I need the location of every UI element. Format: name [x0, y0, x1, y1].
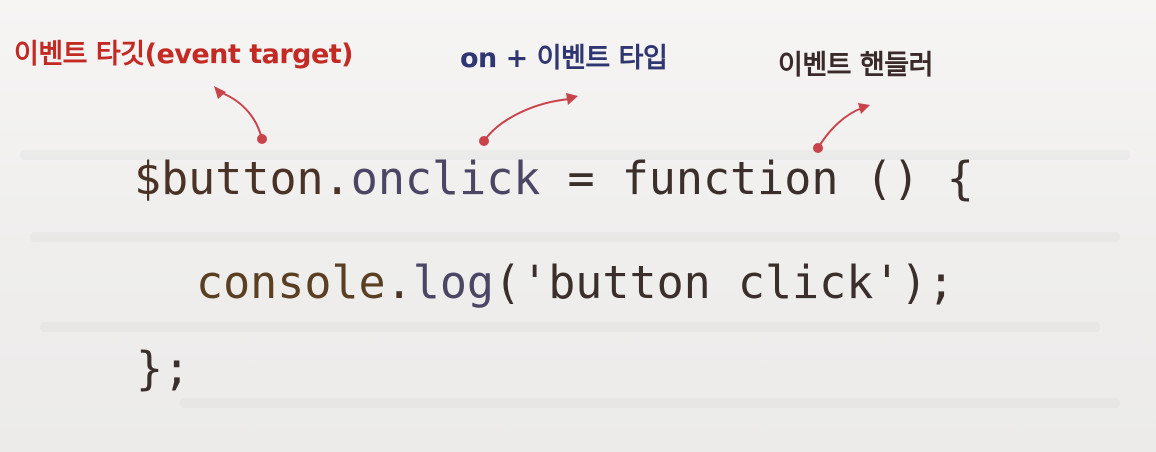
close-paren: );	[900, 256, 955, 309]
log-method: log	[412, 256, 495, 309]
open-paren: (	[494, 256, 522, 309]
member-dot: .	[323, 152, 351, 205]
code-line-3: };	[136, 346, 190, 391]
assign-operator: =	[540, 152, 622, 205]
string-literal: 'button click'	[521, 256, 901, 309]
onclick-property: onclick	[350, 152, 541, 205]
code-line-2: console.log('button click');	[196, 260, 955, 305]
function-keyword: function	[621, 152, 839, 205]
console-object: console	[196, 256, 386, 309]
code-snippet: $button.onclick = function () { console.…	[0, 0, 1156, 452]
member-dot: .	[385, 256, 413, 309]
code-line-1: $button.onclick = function () {	[134, 156, 974, 201]
closing-brace: };	[136, 342, 191, 395]
button-variable: $button	[134, 152, 324, 205]
function-params: () {	[838, 152, 974, 205]
